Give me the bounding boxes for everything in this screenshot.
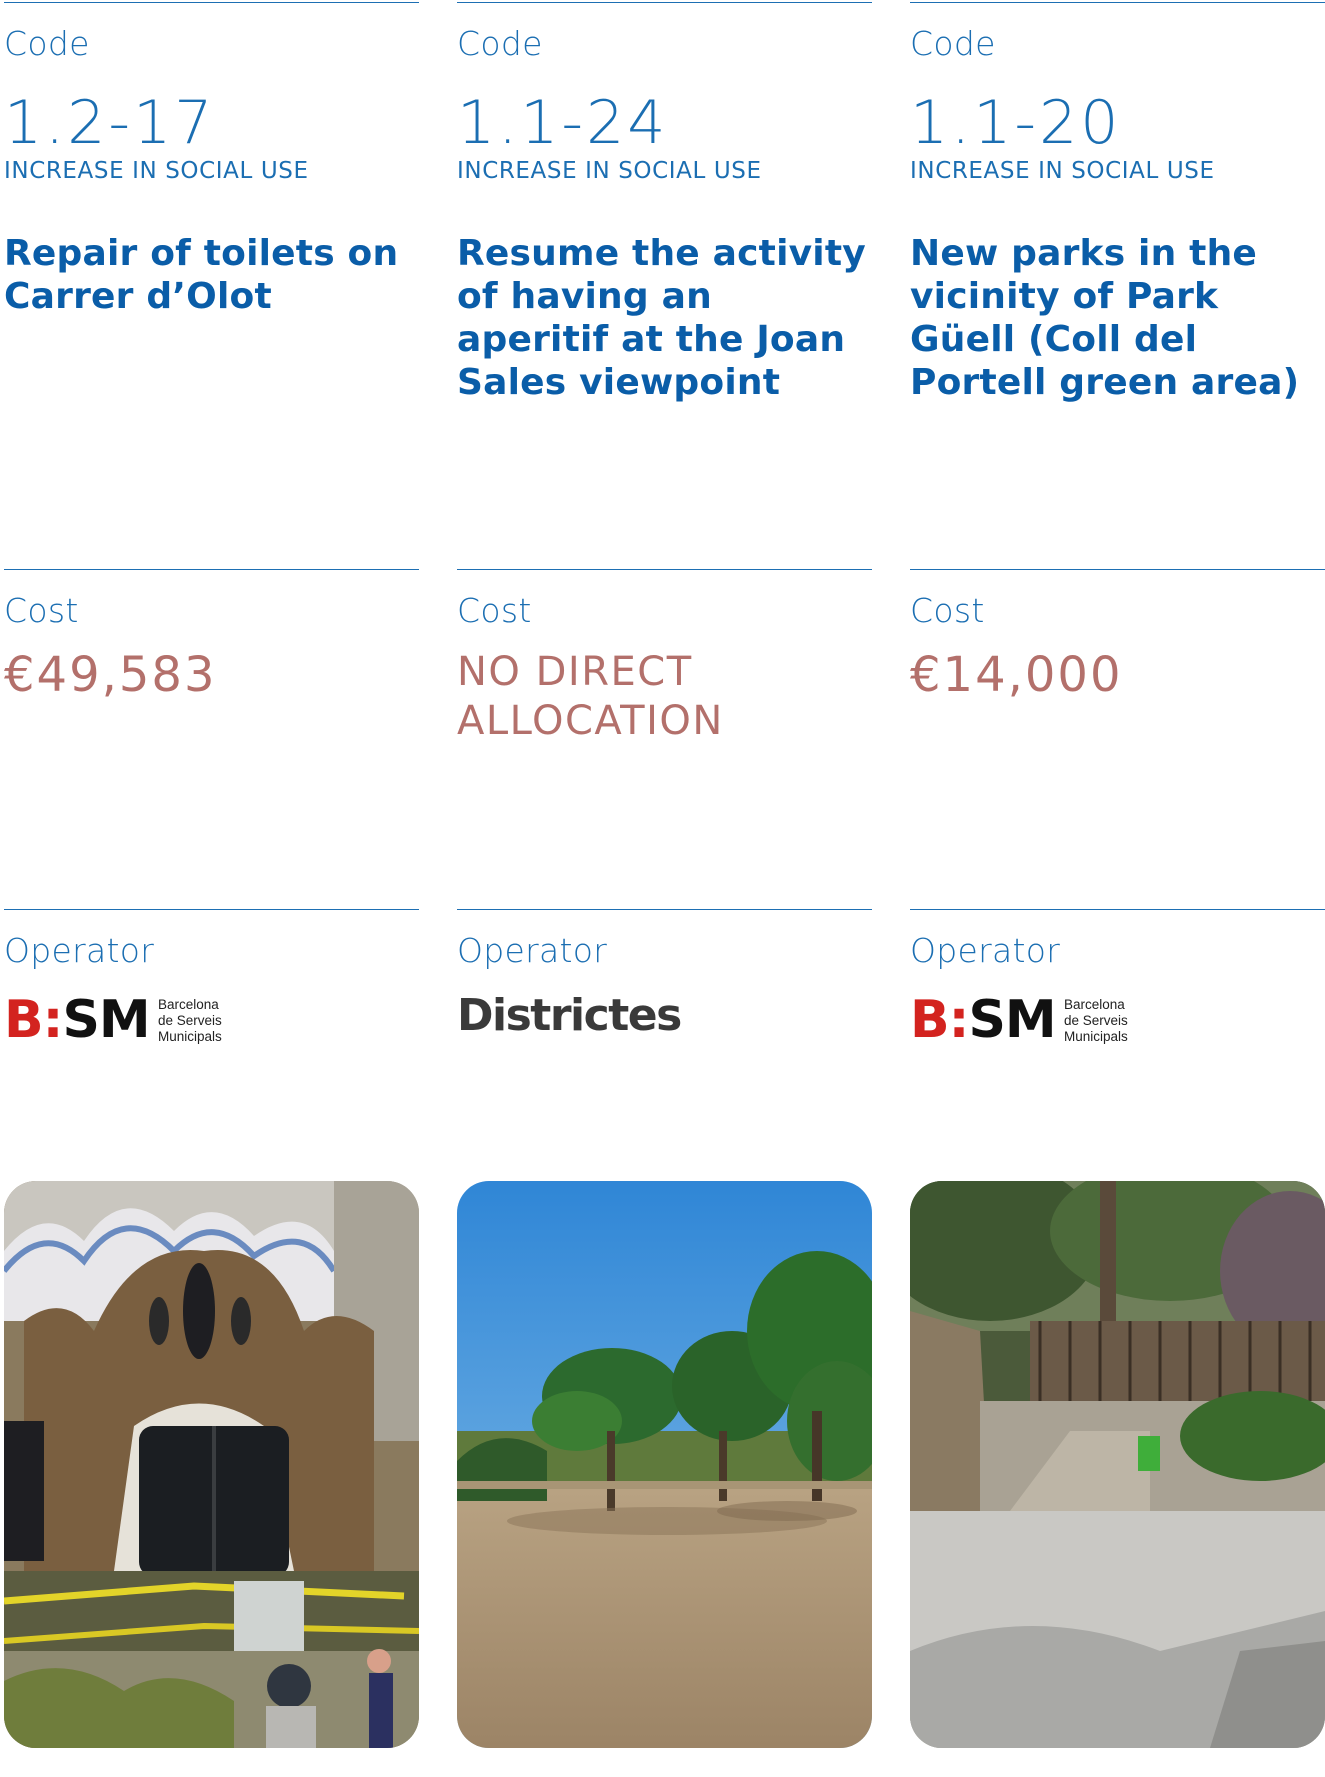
divider	[4, 569, 419, 570]
divider	[457, 569, 872, 570]
divider	[457, 2, 872, 3]
districtes-logo: Districtes	[457, 990, 682, 1041]
cost-label: Cost	[457, 591, 532, 630]
project-category: INCREASE IN SOCIAL USE	[457, 158, 762, 184]
operator-label: Operator	[910, 931, 1061, 970]
code-label: Code	[910, 24, 996, 63]
project-category: INCREASE IN SOCIAL USE	[4, 158, 309, 184]
project-title: Resume the activity of having an aperiti…	[457, 233, 866, 403]
divider	[910, 569, 1325, 570]
project-code: 1.2-17	[4, 88, 216, 158]
divider	[4, 2, 419, 3]
cost-label: Cost	[4, 591, 79, 630]
viewpoint-esplanade-photo	[457, 1181, 872, 1748]
divider	[910, 2, 1325, 3]
code-label: Code	[4, 24, 90, 63]
operator-label: Operator	[4, 931, 155, 970]
divider	[457, 909, 872, 910]
project-cost: NO DIRECT ALLOCATION	[457, 649, 724, 744]
divider	[4, 909, 419, 910]
project-title: Repair of toilets on Carrer d’Olot	[4, 233, 399, 317]
gaudi-pavilion-photo	[4, 1181, 419, 1748]
project-cost: €14,000	[910, 647, 1123, 703]
bsm-logo: B:SM Barcelona de Serveis Municipals	[4, 990, 222, 1050]
divider	[910, 909, 1325, 910]
project-category: INCREASE IN SOCIAL USE	[910, 158, 1215, 184]
cost-label: Cost	[910, 591, 985, 630]
bsm-logo: B:SM Barcelona de Serveis Municipals	[910, 990, 1128, 1050]
project-title: New parks in the vicinity of Park Güell …	[910, 233, 1300, 403]
code-label: Code	[457, 24, 543, 63]
project-code: 1.1-24	[457, 88, 669, 158]
green-area-street-photo	[910, 1181, 1325, 1748]
operator-label: Operator	[457, 931, 608, 970]
project-cost: €49,583	[4, 647, 217, 703]
project-code: 1.1-20	[910, 88, 1122, 158]
